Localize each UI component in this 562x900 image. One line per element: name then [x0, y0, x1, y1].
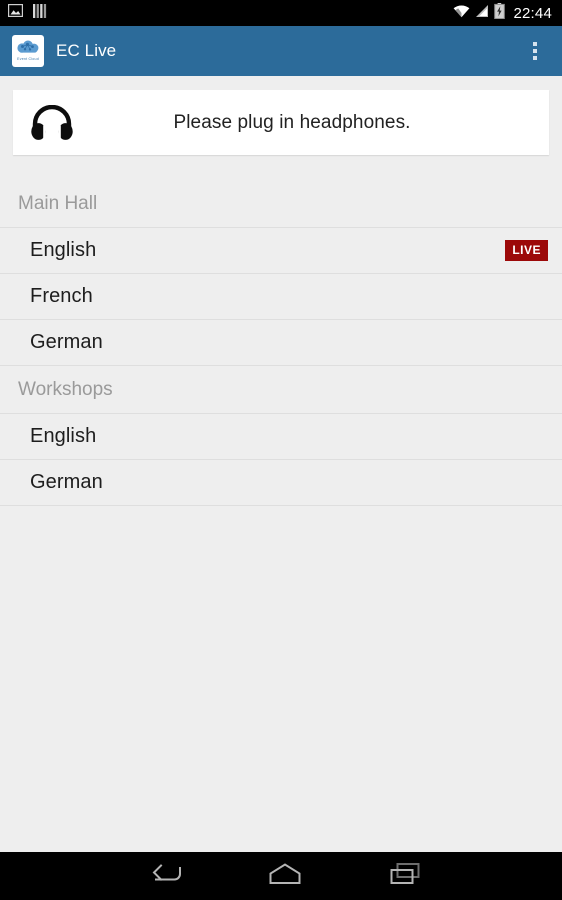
equalizer-icon [33, 3, 47, 23]
channel-list: Main Hall English LIVE French German Wor… [0, 180, 562, 506]
recents-icon [389, 861, 421, 892]
status-bar-right-icons: 22:44 [453, 2, 552, 24]
back-icon [148, 861, 182, 892]
list-item-label: English [30, 239, 97, 261]
section-header-workshops: Workshops [0, 366, 562, 414]
overflow-dot [533, 56, 537, 60]
list-item-label: French [30, 285, 93, 307]
wifi-icon [453, 4, 470, 23]
app-logo-caption: Event Cloud [17, 57, 39, 61]
screenshot-icon [7, 3, 24, 22]
list-item[interactable]: English [0, 414, 562, 460]
home-icon [268, 862, 302, 891]
list-item[interactable]: French [0, 274, 562, 320]
app-logo-icon: Event Cloud [12, 35, 44, 67]
battery-charging-icon [494, 2, 506, 24]
list-item-label: English [30, 425, 97, 447]
overflow-menu-icon[interactable] [518, 28, 552, 74]
back-button[interactable] [105, 852, 225, 900]
headphone-notice-card: Please plug in headphones. [13, 90, 549, 155]
status-bar-clock: 22:44 [513, 4, 552, 22]
status-bar: 22:44 [0, 0, 562, 26]
cellular-signal-icon [475, 4, 489, 23]
app-title: EC Live [56, 41, 117, 60]
recents-button[interactable] [345, 852, 465, 900]
list-item[interactable]: English LIVE [0, 228, 562, 274]
section-header-main-hall: Main Hall [0, 180, 562, 228]
action-bar: Event Cloud EC Live [0, 26, 562, 76]
status-bar-left-icons [7, 3, 47, 23]
list-item[interactable]: German [0, 460, 562, 506]
status-badge: LIVE [505, 240, 548, 261]
android-screen: 22:44 Event Cloud EC Live Please plug in… [0, 0, 562, 900]
list-item[interactable]: German [0, 320, 562, 366]
headphones-icon [13, 104, 91, 141]
home-button[interactable] [225, 852, 345, 900]
list-item-label: German [30, 331, 103, 353]
list-item-label: German [30, 471, 103, 493]
overflow-dot [533, 42, 537, 46]
headphone-notice-text: Please plug in headphones. [173, 111, 411, 133]
overflow-dot [533, 49, 537, 53]
system-navigation-bar [0, 852, 562, 900]
